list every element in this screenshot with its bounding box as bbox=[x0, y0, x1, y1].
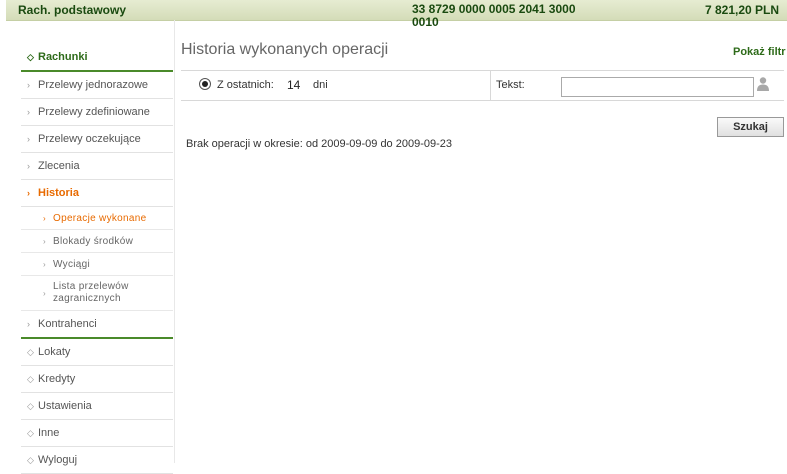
search-button[interactable]: Szukaj bbox=[717, 117, 784, 137]
diamond-icon: ◇ bbox=[27, 346, 34, 357]
sidebar-item-label: Ustawienia bbox=[38, 400, 92, 412]
sidebar-item-label: Wyloguj bbox=[38, 454, 78, 466]
sidebar-item-przelewy-jednorazowe[interactable]: › Przelewy jednorazowe bbox=[21, 72, 173, 99]
sidebar-item-przelewy-oczekujace[interactable]: › Przelewy oczekujące bbox=[21, 126, 173, 153]
chevron-right-icon: › bbox=[27, 107, 30, 117]
sidebar-item-label: Lokaty bbox=[38, 346, 71, 358]
sidebar-subitem-blokady-srodkow[interactable]: › Blokady środków bbox=[21, 230, 173, 253]
sidebar-subitem-lista-przelewow-zagranicznych[interactable]: › Lista przelewów zagranicznych bbox=[21, 276, 173, 311]
last-days-label: Z ostatnich: bbox=[217, 79, 274, 91]
chevron-right-icon: › bbox=[27, 161, 30, 171]
chevron-right-icon: › bbox=[43, 236, 46, 246]
sidebar-item-historia[interactable]: › Historia bbox=[21, 180, 173, 207]
days-input[interactable] bbox=[285, 77, 309, 93]
chevron-right-icon: › bbox=[27, 188, 30, 198]
page-title: Historia wykonanych operacji bbox=[181, 41, 389, 58]
account-balance: 7 821,20 PLN bbox=[705, 3, 780, 17]
sidebar-item-label: Inne bbox=[38, 427, 60, 439]
text-label: Tekst: bbox=[496, 79, 525, 91]
show-filter-link[interactable]: Pokaż filtr bbox=[733, 46, 786, 58]
text-search-input[interactable] bbox=[561, 77, 754, 97]
sidebar-subitem-label: Lista przelewów zagranicznych bbox=[53, 281, 129, 304]
sidebar-item-wyloguj[interactable]: ◇ Wyloguj bbox=[21, 447, 173, 474]
chevron-right-icon: › bbox=[43, 288, 46, 298]
sidebar-subitem-label: Operacje wykonane bbox=[53, 212, 147, 224]
chevron-right-icon: › bbox=[27, 80, 30, 90]
account-number: 33 8729 0000 0005 2041 3000 0010 bbox=[412, 2, 576, 29]
sidebar-item-label: Historia bbox=[38, 187, 79, 199]
sidebar-subitem-label: Wyciągi bbox=[53, 258, 91, 270]
sidebar-item-label: Przelewy jednorazowe bbox=[38, 79, 149, 91]
sidebar-subitem-wyciagi[interactable]: › Wyciągi bbox=[21, 253, 173, 276]
filter-separator bbox=[490, 71, 491, 100]
days-unit-label: dni bbox=[313, 79, 328, 91]
sidebar-item-label: Przelewy zdefiniowane bbox=[38, 106, 150, 118]
account-name[interactable]: Rach. podstawowy bbox=[18, 3, 126, 17]
diamond-icon: ◇ bbox=[27, 373, 34, 384]
chevron-right-icon: › bbox=[27, 319, 30, 329]
sidebar-item-lokaty[interactable]: ◇ Lokaty bbox=[21, 339, 173, 366]
sidebar-subitem-operacje-wykonane[interactable]: › Operacje wykonane bbox=[21, 207, 173, 230]
diamond-icon: ◇ bbox=[27, 427, 34, 438]
sidebar: ◇ Rachunki › Przelewy jednorazowe › Prze… bbox=[21, 44, 173, 474]
diamond-icon: ◇ bbox=[27, 454, 34, 465]
sidebar-item-inne[interactable]: ◇ Inne bbox=[21, 420, 173, 447]
account-bar: Rach. podstawowy 33 8729 0000 0005 2041 … bbox=[6, 0, 787, 29]
chevron-right-icon: › bbox=[43, 213, 46, 223]
sidebar-item-label: Zlecenia bbox=[38, 160, 80, 172]
sidebar-item-label: Przelewy oczekujące bbox=[38, 133, 141, 145]
sidebar-divider bbox=[174, 20, 175, 463]
chevron-right-icon: › bbox=[27, 134, 30, 144]
contact-picker-icon[interactable] bbox=[756, 76, 770, 92]
sidebar-item-ustawienia[interactable]: ◇ Ustawienia bbox=[21, 393, 173, 420]
sidebar-item-label: Kredyty bbox=[38, 373, 76, 385]
sidebar-item-rachunki[interactable]: ◇ Rachunki bbox=[21, 44, 173, 72]
sidebar-item-kontrahenci[interactable]: › Kontrahenci bbox=[21, 311, 173, 339]
sidebar-item-zlecenia[interactable]: › Zlecenia bbox=[21, 153, 173, 180]
diamond-icon: ◇ bbox=[27, 400, 34, 411]
filter-row: Z ostatnich: dni Tekst: bbox=[181, 70, 784, 101]
sidebar-subitem-label: Blokady środków bbox=[53, 235, 134, 247]
last-days-radio[interactable] bbox=[199, 78, 211, 90]
sidebar-item-label: Rachunki bbox=[38, 51, 88, 63]
no-operations-message: Brak operacji w okresie: od 2009-09-09 d… bbox=[186, 138, 452, 150]
sidebar-item-label: Kontrahenci bbox=[38, 318, 97, 330]
window-frame bbox=[0, 0, 6, 463]
sidebar-item-kredyty[interactable]: ◇ Kredyty bbox=[21, 366, 173, 393]
diamond-icon: ◇ bbox=[27, 51, 34, 62]
chevron-right-icon: › bbox=[43, 259, 46, 269]
sidebar-item-przelewy-zdefiniowane[interactable]: › Przelewy zdefiniowane bbox=[21, 99, 173, 126]
